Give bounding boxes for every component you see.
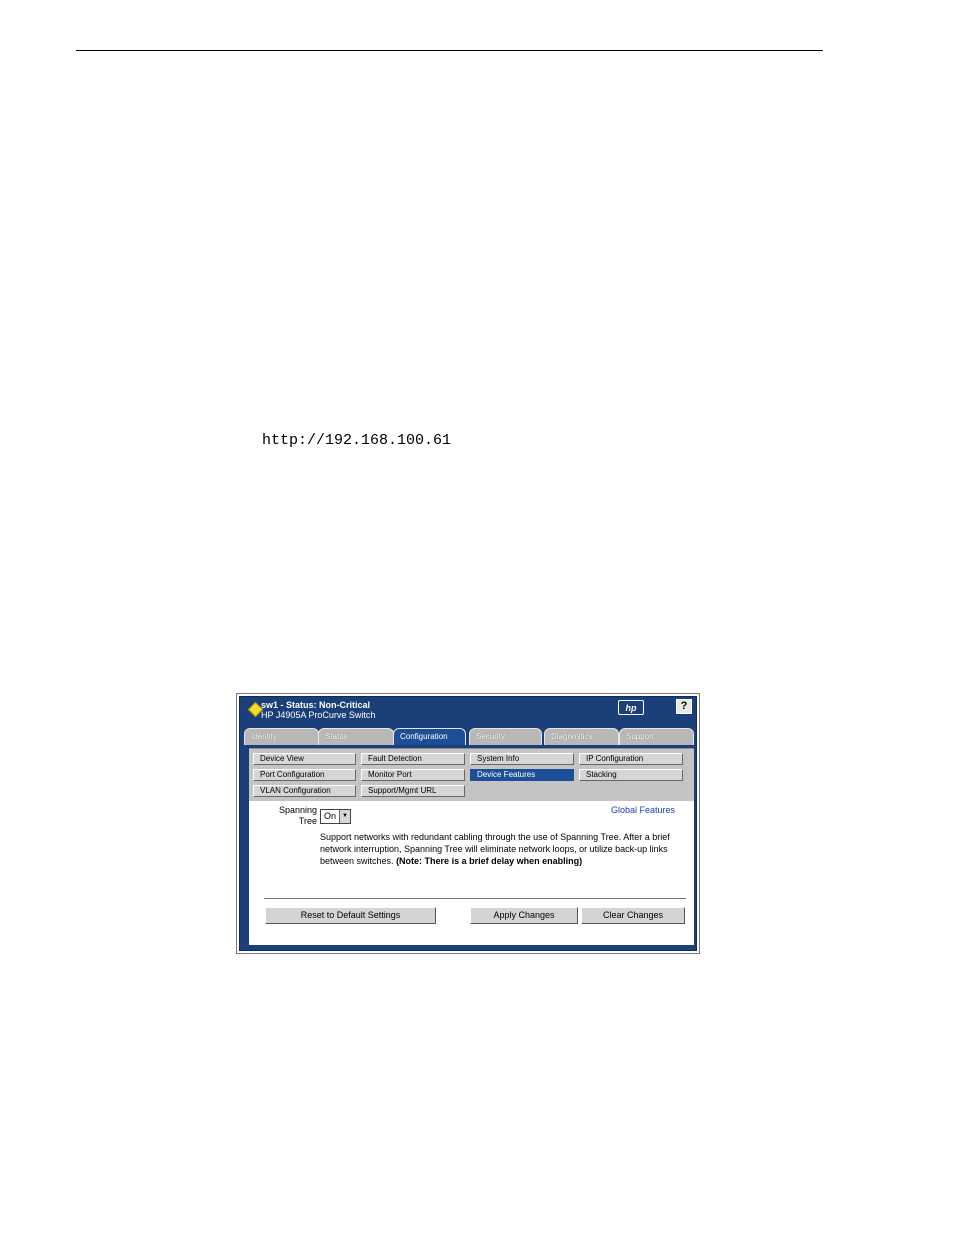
submenu-system-info[interactable]: System Info xyxy=(470,753,574,765)
submenu-port-configuration[interactable]: Port Configuration xyxy=(253,769,356,781)
hp-logo-icon[interactable]: hp xyxy=(618,700,644,715)
spanning-tree-description: Support networks with redundant cabling … xyxy=(320,831,692,867)
clear-changes-button[interactable]: Clear Changes xyxy=(581,907,685,924)
apply-changes-button[interactable]: Apply Changes xyxy=(470,907,578,924)
main-tabs: Identity Status Configuration Security D… xyxy=(244,728,694,745)
section-title: Global Features xyxy=(610,805,675,815)
divider xyxy=(264,898,686,899)
submenu-device-view[interactable]: Device View xyxy=(253,753,356,765)
dropdown-arrow-icon[interactable]: ▼ xyxy=(339,810,350,823)
device-model: HP J4905A ProCurve Switch xyxy=(261,710,376,720)
configuration-submenu: Device View Fault Detection System Info … xyxy=(249,748,694,802)
spanning-tree-label-line2: Tree xyxy=(298,816,317,826)
url-text: http://192.168.100.61 xyxy=(262,432,452,449)
submenu-fault-detection[interactable]: Fault Detection xyxy=(361,753,465,765)
screenshot-frame: sw1 - Status: Non-Critical HP J4905A Pro… xyxy=(236,693,700,954)
tab-security[interactable]: Security xyxy=(469,728,542,745)
tab-diagnostics[interactable]: Diagnostics xyxy=(544,728,619,745)
tab-status[interactable]: Status xyxy=(318,728,394,745)
spanning-tree-label-line1: Spanning xyxy=(278,805,317,815)
submenu-stacking[interactable]: Stacking xyxy=(579,769,683,781)
tab-support[interactable]: Support xyxy=(619,728,694,745)
window-title: sw1 - Status: Non-Critical xyxy=(261,700,371,710)
spanning-tree-select[interactable]: On ▼ xyxy=(320,809,351,824)
note-text: (Note: There is a brief delay when enabl… xyxy=(396,856,583,866)
window-header: sw1 - Status: Non-Critical HP J4905A Pro… xyxy=(240,697,696,725)
page-top-rule xyxy=(76,50,823,51)
submenu-vlan-configuration[interactable]: VLAN Configuration xyxy=(253,785,356,797)
submenu-ip-configuration[interactable]: IP Configuration xyxy=(579,753,683,765)
submenu-monitor-port[interactable]: Monitor Port xyxy=(361,769,465,781)
tab-identity[interactable]: Identity xyxy=(244,728,319,745)
device-features-content: Spanning Tree On ▼ Global Features Suppo… xyxy=(249,801,694,945)
tab-configuration[interactable]: Configuration xyxy=(393,728,466,745)
web-agent-window: sw1 - Status: Non-Critical HP J4905A Pro… xyxy=(239,696,697,951)
spanning-tree-label: Spanning Tree xyxy=(249,805,317,827)
help-button[interactable]: ? xyxy=(676,699,692,714)
reset-defaults-button[interactable]: Reset to Default Settings xyxy=(265,907,436,924)
spanning-tree-value: On xyxy=(324,811,337,821)
submenu-device-features[interactable]: Device Features xyxy=(470,769,574,781)
submenu-support-mgmt-url[interactable]: Support/Mgmt URL xyxy=(361,785,465,797)
